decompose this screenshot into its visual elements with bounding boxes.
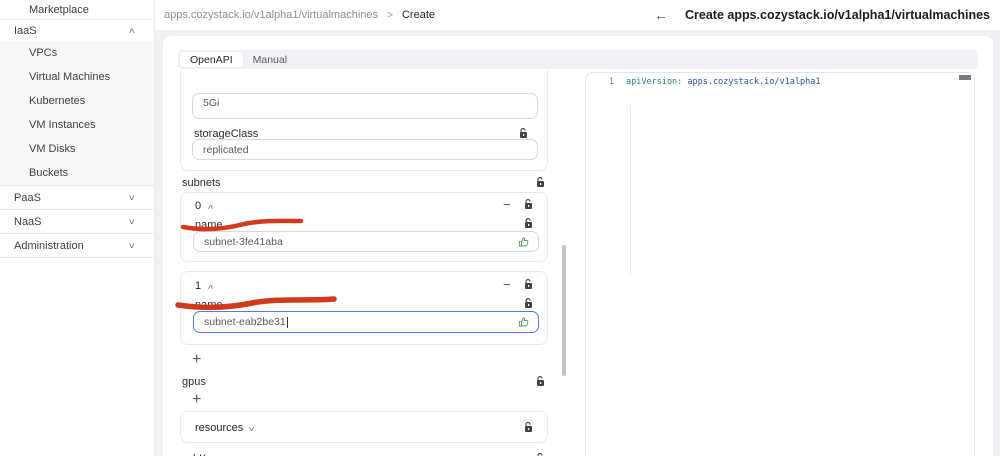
gpus-label: gpus [182, 376, 206, 388]
code-lines: 1 apiVersion: apps.cozystack.io/v1alpha1 [608, 77, 821, 87]
sidebar-item-vm-instances[interactable]: VM Instances [0, 113, 154, 137]
tab-label: Manual [252, 53, 288, 66]
main-panel: OpenAPI Manual 5Gi storageClass replicat… [163, 36, 993, 456]
subnet-item-0-card: 0 ∧ − name subnet-3fe41aba [180, 192, 548, 262]
unlock-icon [525, 218, 532, 228]
item-index: 1 [195, 280, 202, 292]
form-scroll-area: 5Gi storageClass replicated subnets 0 ∧ −… [177, 70, 569, 456]
unlock-icon [525, 422, 532, 432]
sidebar-iaas-subgroup: VPCs Virtual Machines Kubernetes VM Inst… [0, 41, 154, 185]
unlock-icon [537, 177, 544, 187]
unlock-icon [520, 128, 527, 138]
subnet-item-0-header[interactable]: 0 ∧ [195, 200, 215, 212]
breadcrumb-current: Create [401, 9, 436, 21]
breadcrumb-separator-icon: > [387, 10, 393, 21]
storage-class-input[interactable]: replicated [192, 139, 538, 160]
sidebar-group-naas[interactable]: NaaS ∨ [0, 210, 154, 233]
tab-bar: OpenAPI Manual [178, 50, 978, 69]
sidebar-group-label: PaaS [14, 191, 41, 204]
breadcrumb: apps.cozystack.io/v1alpha1/virtualmachin… [164, 9, 435, 21]
chevron-down-icon: ∨ [127, 217, 136, 226]
add-subnet-button[interactable]: + [192, 352, 201, 368]
storage-size-input[interactable]: 5Gi [192, 93, 538, 119]
form-scrollbar-thumb[interactable] [562, 245, 566, 376]
sidebar-group-administration[interactable]: Administration ∨ [0, 234, 154, 257]
chevron-down-icon: ∨ [127, 241, 136, 250]
input-value: subnet-3fe41aba [204, 235, 283, 248]
sidebar-group-label: Administration [14, 239, 84, 252]
header-title-area: ← Create apps.cozystack.io/v1alpha1/virt… [654, 7, 990, 23]
sidebar-item-marketplace[interactable]: Marketplace [0, 0, 154, 19]
chevron-down-icon: ∨ [127, 193, 136, 202]
unlock-icon [525, 298, 532, 308]
sidebar-divider [0, 257, 154, 258]
sidebar-item-label: VM Instances [29, 119, 96, 131]
subnet-1-name-label: name [195, 299, 223, 311]
sidebar-item-kubernetes[interactable]: Kubernetes [0, 89, 154, 113]
sidebar-item-vm-disks[interactable]: VM Disks [0, 137, 154, 161]
editor-scrollbar-thumb[interactable] [959, 75, 971, 80]
sidebar-item-label: Marketplace [29, 3, 89, 16]
input-value: replicated [203, 143, 249, 156]
sidebar-item-virtual-machines[interactable]: Virtual Machines [0, 65, 154, 89]
breadcrumb-resource-link[interactable]: apps.cozystack.io/v1alpha1/virtualmachin… [164, 9, 378, 21]
text-cursor [286, 316, 288, 328]
subnet-item-1-card: 1 ∧ − name subnet-eab2be31 [180, 271, 548, 345]
page-title: Create apps.cozystack.io/v1alpha1/virtua… [685, 8, 990, 22]
unlock-icon [537, 376, 544, 386]
sidebar-group-iaas[interactable]: IaaS ∧ [0, 20, 154, 41]
resources-card: resources ∨ [180, 411, 548, 443]
add-gpu-button[interactable]: + [192, 392, 201, 408]
remove-subnet-1-button[interactable]: − [503, 278, 511, 291]
unlock-icon [525, 279, 532, 289]
chevron-up-icon: ∧ [127, 26, 136, 35]
subnets-label: subnets [182, 177, 221, 189]
sidebar-item-label: Buckets [29, 167, 69, 179]
subnet-item-1-header[interactable]: 1 ∧ [195, 280, 215, 292]
sidebar-group-paas[interactable]: PaaS ∨ [0, 186, 154, 209]
subnet-0-name-input[interactable]: subnet-3fe41aba [193, 231, 539, 252]
resources-label: resources [195, 422, 244, 434]
back-arrow-icon[interactable]: ← [654, 7, 668, 23]
tab-label: OpenAPI [190, 53, 233, 66]
input-value: 5Gi [203, 97, 220, 109]
sidebar-item-label: Kubernetes [29, 95, 86, 107]
subnet-1-name-input[interactable]: subnet-eab2be31 [193, 311, 539, 333]
resources-toggle[interactable]: resources ∨ [195, 422, 256, 434]
sidebar-item-vpcs[interactable]: VPCs [0, 41, 154, 65]
sidebar-group-label: IaaS [14, 24, 37, 37]
app-window: Marketplace IaaS ∧ VPCs Virtual Machines… [0, 0, 1000, 456]
remove-subnet-0-button[interactable]: − [503, 198, 511, 211]
sidebar-item-label: Virtual Machines [29, 71, 111, 83]
collapse-caret-icon: ∧ [206, 204, 215, 211]
unlock-icon [525, 199, 532, 209]
chevron-down-icon: ∨ [248, 426, 256, 433]
thumbs-up-icon[interactable] [518, 236, 530, 248]
tab-openapi[interactable]: OpenAPI [180, 52, 243, 67]
yaml-code-editor[interactable]: 1 apiVersion: apps.cozystack.io/v1alpha1 [585, 72, 975, 456]
top-header: apps.cozystack.io/v1alpha1/virtualmachin… [155, 0, 1000, 30]
sidebar-item-label: VM Disks [29, 143, 76, 155]
input-value: subnet-eab2be31 [204, 316, 286, 328]
item-index: 0 [195, 200, 202, 212]
sidebar-group-label: NaaS [14, 215, 42, 228]
tab-manual[interactable]: Manual [243, 52, 297, 67]
indent-guide [630, 105, 631, 275]
sidebar: Marketplace IaaS ∧ VPCs Virtual Machines… [0, 0, 155, 456]
thumbs-up-icon[interactable] [518, 316, 530, 328]
subnet-0-name-label: name [195, 219, 223, 231]
collapse-caret-icon: ∧ [206, 284, 215, 291]
sidebar-item-buckets[interactable]: Buckets [0, 161, 154, 185]
system-disk-card: 5Gi storageClass replicated [180, 70, 548, 171]
sidebar-item-label: VPCs [29, 47, 58, 59]
